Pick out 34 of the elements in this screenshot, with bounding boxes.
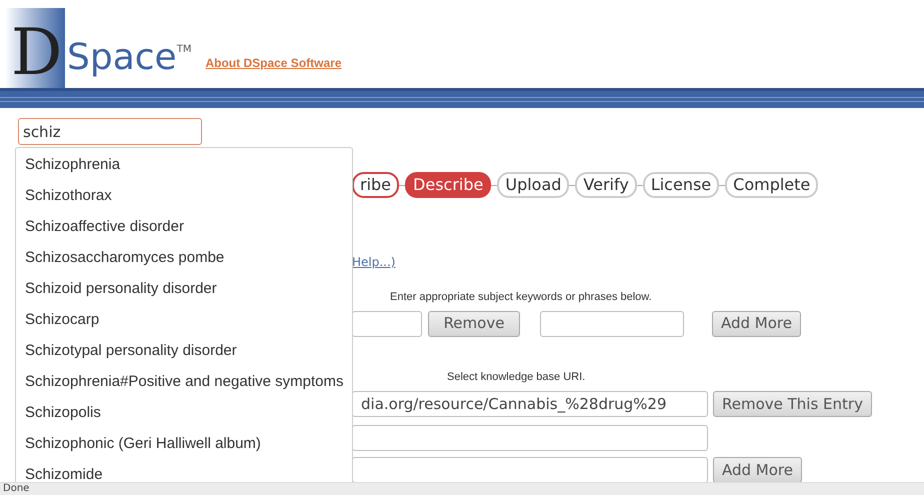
suggestion-item[interactable]: Schizotypal personality disorder xyxy=(16,336,246,367)
logo-wordmark: Space xyxy=(67,38,177,78)
uri-hint: Select knowledge base URI. xyxy=(447,370,586,384)
suggestion-item[interactable]: Schizophonic (Geri Halliwell album) xyxy=(16,429,270,460)
keyword-field[interactable] xyxy=(540,310,684,336)
progress-step[interactable]: License xyxy=(642,172,720,198)
progress-step[interactable]: ribe xyxy=(352,172,400,198)
suggestion-item[interactable]: Schizosaccharomyces pombe xyxy=(16,243,234,274)
help-link[interactable]: Help...) xyxy=(352,253,396,271)
keyword-field[interactable] xyxy=(352,310,422,336)
suggestion-item[interactable]: Schizophrenia xyxy=(16,150,130,181)
suggestion-item[interactable]: Schizomide xyxy=(16,460,112,482)
trademark: TM xyxy=(176,43,192,57)
uri-field[interactable] xyxy=(352,457,708,482)
dspace-logo: D xyxy=(5,8,65,88)
uri-field[interactable]: dia.org/resource/Cannabis_%28drug%29 xyxy=(352,391,708,417)
search-field[interactable]: schiz xyxy=(18,118,202,145)
suggestion-item[interactable]: Schizoaffective disorder xyxy=(16,212,193,243)
add-more-button[interactable]: Add More xyxy=(713,457,802,482)
progress-step[interactable]: Verify xyxy=(575,172,637,198)
uri-field[interactable] xyxy=(352,425,708,451)
add-more-button[interactable]: Add More xyxy=(712,310,801,336)
suggestion-item[interactable]: Schizocarp xyxy=(16,305,108,336)
status-text: Done xyxy=(3,484,30,494)
suggestion-item[interactable]: Schizophrenia#Positive and negative symptoms xyxy=(16,367,353,398)
remove-button[interactable]: Remove xyxy=(428,310,520,336)
progress-step[interactable]: Upload xyxy=(497,172,570,198)
remove-entry-button[interactable]: Remove This Entry xyxy=(713,391,872,417)
progress-step[interactable]: Complete xyxy=(725,172,818,198)
suggestion-item[interactable]: Schizoid personality disorder xyxy=(16,274,226,305)
keywords-hint: Enter appropriate subject keywords or phrases below. xyxy=(390,290,653,305)
suggestion-item[interactable]: Schizothorax xyxy=(16,181,121,212)
progress-step[interactable]: Describe xyxy=(405,172,492,198)
suggestion-item[interactable]: Schizopolis xyxy=(16,398,110,429)
